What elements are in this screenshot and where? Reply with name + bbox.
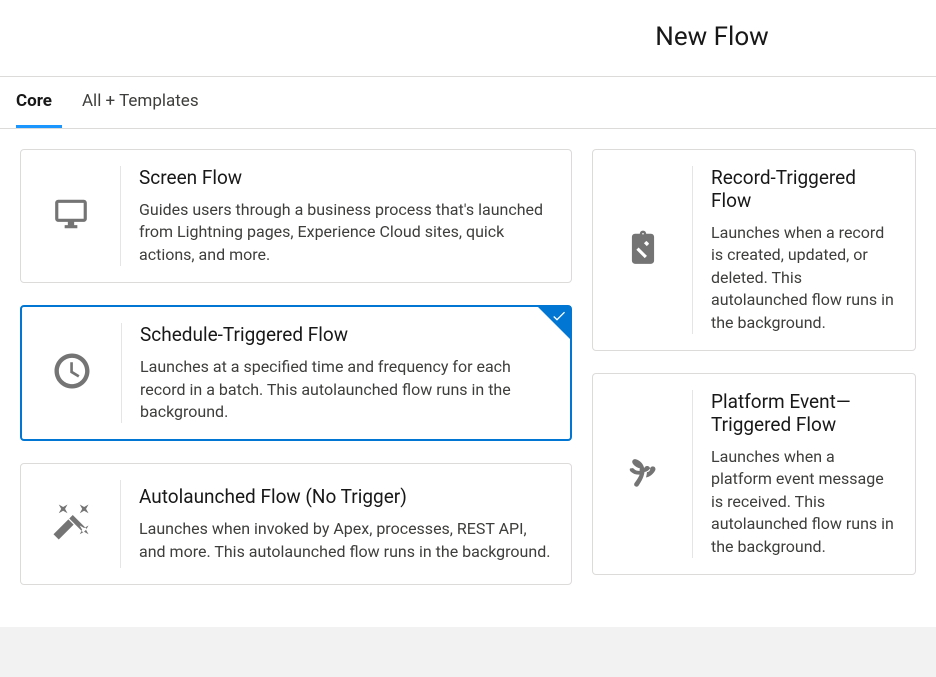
card-icon-area xyxy=(22,323,122,423)
card-content: Autolaunched Flow (No Trigger) Launches … xyxy=(121,469,571,579)
card-description: Launches when a platform event message i… xyxy=(711,446,895,558)
tab-all-templates[interactable]: All + Templates xyxy=(82,77,209,128)
card-content: Schedule-Triggered Flow Launches at a sp… xyxy=(122,307,570,439)
card-screen-flow[interactable]: Screen Flow Guides users through a busin… xyxy=(20,149,572,283)
card-content: Screen Flow Guides users through a busin… xyxy=(121,150,571,282)
card-record-triggered-flow[interactable]: Record-Triggered Flow Launches when a re… xyxy=(592,149,916,351)
card-icon-area xyxy=(21,480,121,568)
card-platform-event-flow[interactable]: Platform Event—Triggered Flow Launches w… xyxy=(592,373,916,575)
footer-bar xyxy=(0,627,936,677)
cards-left-column: Screen Flow Guides users through a busin… xyxy=(20,149,572,585)
card-description: Guides users through a business process … xyxy=(139,199,551,266)
clipboard-icon xyxy=(624,229,662,271)
card-title: Record-Triggered Flow xyxy=(711,166,895,212)
page-title: New Flow xyxy=(655,22,768,52)
card-autolaunched-flow[interactable]: Autolaunched Flow (No Trigger) Launches … xyxy=(20,463,572,585)
card-title: Screen Flow xyxy=(139,166,551,189)
card-content: Platform Event—Triggered Flow Launches w… xyxy=(693,374,915,574)
cards-grid: Screen Flow Guides users through a busin… xyxy=(0,129,936,605)
card-description: Launches when a record is created, updat… xyxy=(711,222,895,334)
card-icon-area xyxy=(593,390,693,558)
card-title: Schedule-Triggered Flow xyxy=(140,323,550,346)
card-schedule-triggered-flow[interactable]: Schedule-Triggered Flow Launches at a sp… xyxy=(20,305,572,441)
clock-icon xyxy=(51,350,93,396)
cards-right-column: Record-Triggered Flow Launches when a re… xyxy=(592,149,916,585)
monitor-icon xyxy=(52,195,90,237)
checkmark-icon xyxy=(551,308,567,328)
card-description: Launches at a specified time and frequen… xyxy=(140,356,550,423)
card-title: Platform Event—Triggered Flow xyxy=(711,390,895,436)
card-icon-area xyxy=(21,166,121,266)
card-icon-area xyxy=(593,166,693,334)
tab-core[interactable]: Core xyxy=(16,77,62,128)
wand-icon xyxy=(50,501,92,547)
tabs-bar: Core All + Templates xyxy=(0,77,936,129)
card-description: Launches when invoked by Apex, processes… xyxy=(139,518,551,563)
broadcast-icon xyxy=(623,452,663,496)
card-title: Autolaunched Flow (No Trigger) xyxy=(139,485,551,508)
card-content: Record-Triggered Flow Launches when a re… xyxy=(693,150,915,350)
page-header: New Flow xyxy=(0,0,936,77)
